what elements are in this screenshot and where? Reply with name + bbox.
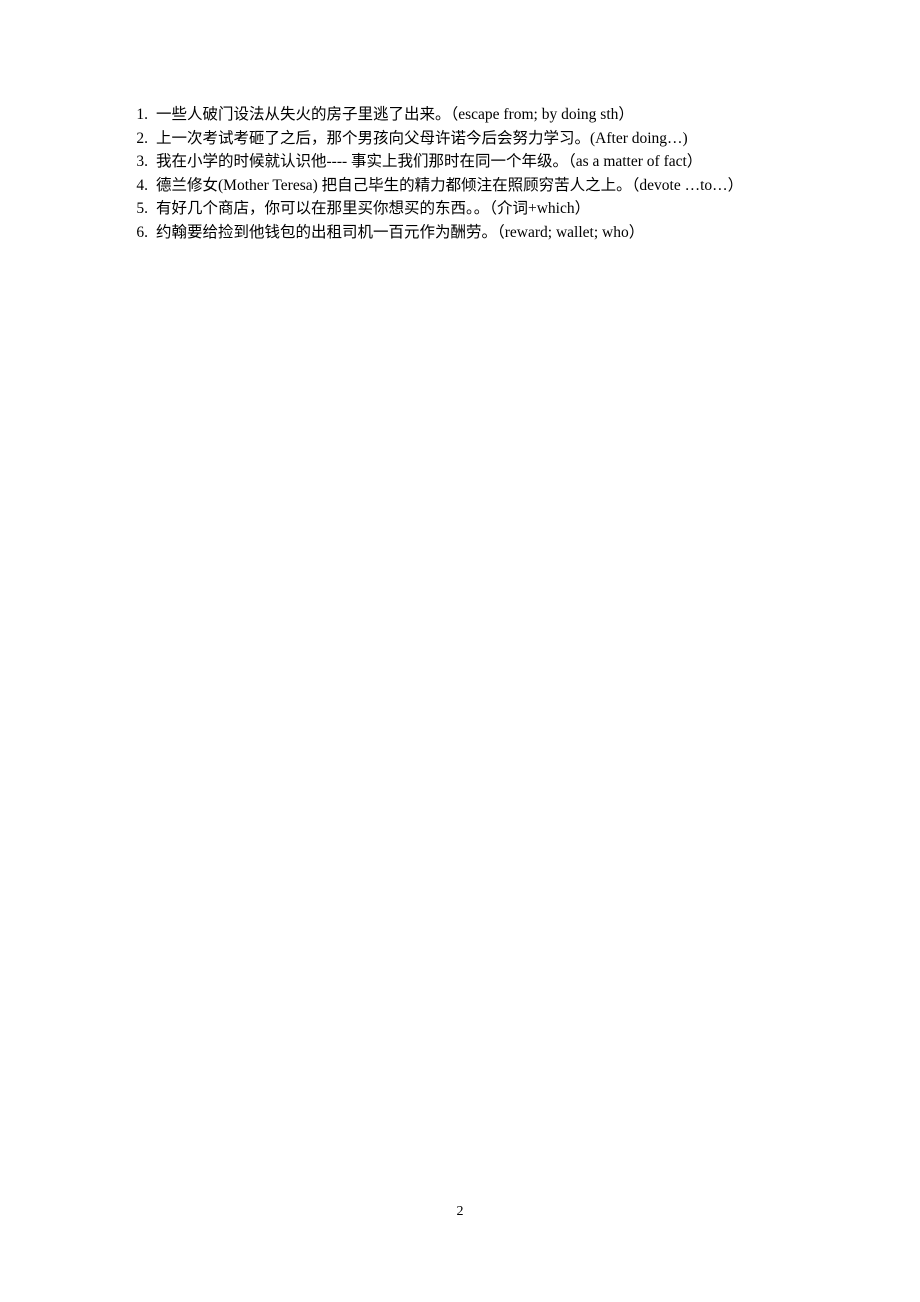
page-number: 2 [456, 1204, 464, 1219]
list-item: 5. 有好几个商店，你可以在那里买你想买的东西。。（介词+which） [128, 197, 808, 221]
list-item-text: 有好几个商店，你可以在那里买你想买的东西。。（介词+which） [156, 200, 591, 217]
list-item-text: 上一次考试考砸了之后，那个男孩向父母许诺今后会努力学习。(After doing… [156, 129, 688, 147]
page-footer: 2 [0, 1202, 920, 1220]
list-item-text: 一些人破门设法从失火的房子里逃了出来。（escape from; by doin… [156, 106, 634, 123]
list-item-text: 我在小学的时候就认识他---- 事实上我们那时在同一个年级。（as a matt… [156, 153, 703, 170]
list-item: 4. 德兰修女(Mother Teresa) 把自己毕生的精力都倾注在照顾穷苦人之… [128, 174, 808, 198]
exercise-list: 1. 一些人破门设法从失火的房子里逃了出来。（escape from; by do… [128, 103, 808, 244]
list-item-number: 3. [136, 153, 148, 170]
list-item-text: 约翰要给捡到他钱包的出租司机一百元作为酬劳。（reward; wallet; w… [156, 223, 645, 241]
list-item: 1. 一些人破门设法从失火的房子里逃了出来。（escape from; by do… [128, 103, 808, 127]
list-item: 6. 约翰要给捡到他钱包的出租司机一百元作为酬劳。（reward; wallet;… [128, 221, 808, 245]
list-item-number: 5. [136, 200, 148, 217]
list-item: 2. 上一次考试考砸了之后，那个男孩向父母许诺今后会努力学习。(After doi… [128, 127, 808, 151]
list-item: 3. 我在小学的时候就认识他---- 事实上我们那时在同一个年级。（as a ma… [128, 150, 808, 174]
list-item-text: 德兰修女(Mother Teresa) 把自己毕生的精力都倾注在照顾穷苦人之上。… [156, 176, 744, 194]
list-item-number: 6. [136, 223, 148, 241]
list-item-number: 4. [136, 176, 148, 194]
exercise-section: 1. 一些人破门设法从失火的房子里逃了出来。（escape from; by do… [128, 103, 808, 244]
document-page: 1. 一些人破门设法从失火的房子里逃了出来。（escape from; by do… [0, 0, 920, 1302]
list-item-number: 2. [136, 129, 148, 147]
list-item-number: 1. [136, 106, 148, 123]
